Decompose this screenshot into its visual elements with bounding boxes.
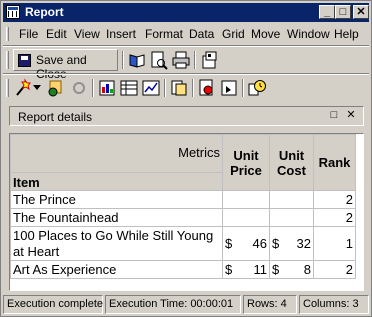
rank-cell[interactable]: 2 <box>313 260 356 279</box>
close-button[interactable]: ✕ <box>353 5 369 19</box>
rank-cell[interactable]: 2 <box>313 190 356 209</box>
toolbar-secondary <box>3 75 369 101</box>
cost-cell[interactable]: $32 <box>269 226 314 261</box>
design-wand-icon[interactable] <box>13 78 33 98</box>
graph-view-icon[interactable] <box>141 78 161 98</box>
menu-edit[interactable]: Edit <box>46 27 67 41</box>
floppy-disk-icon <box>18 54 31 67</box>
view-sql-icon[interactable] <box>197 78 217 98</box>
table-row[interactable]: 100 Places to Go While Still Young at He… <box>10 226 356 261</box>
cost-cell[interactable] <box>269 190 314 209</box>
price-cell[interactable] <box>222 190 270 209</box>
report-window: Report _ □ ✕ File Edit View Insert Forma… <box>0 0 372 317</box>
price-cell[interactable]: $11 <box>222 260 270 279</box>
cost-cell[interactable] <box>269 208 314 227</box>
cost-value: 8 <box>303 262 311 277</box>
menu-grid[interactable]: Grid <box>222 27 245 41</box>
menu-bar: File Edit View Insert Format Data Grid M… <box>3 24 369 44</box>
unit-cost-line2: Cost <box>277 162 306 178</box>
panel-close-button[interactable]: ✕ <box>345 110 357 122</box>
currency-symbol: $ <box>225 262 233 277</box>
report-table: Metrics Unit Price Unit Cost Rank Item T… <box>10 134 356 279</box>
status-execution-time: Execution Time: 00:00:01 <box>105 295 241 314</box>
price-cell[interactable] <box>222 208 270 227</box>
metrics-header[interactable]: Metrics <box>10 134 223 173</box>
page-setup-icon[interactable] <box>199 50 219 70</box>
toolbar-grip[interactable] <box>6 79 9 97</box>
grid-header-row: Metrics Unit Price Unit Cost Rank <box>10 134 356 191</box>
cost-cell[interactable]: $8 <box>269 260 314 279</box>
printer-icon[interactable] <box>171 50 191 70</box>
status-column-count: Columns: 3 <box>299 295 369 314</box>
minimize-button[interactable]: _ <box>319 5 335 19</box>
maximize-button[interactable]: □ <box>335 5 351 19</box>
rank-label: Rank <box>318 155 351 170</box>
currency-symbol: $ <box>225 236 233 251</box>
schedule-clock-icon[interactable] <box>247 78 267 98</box>
status-row-count: Rows: 4 <box>243 295 297 314</box>
menu-file[interactable]: File <box>19 27 38 41</box>
unit-price-line1: Unit <box>233 147 259 163</box>
item-cell[interactable]: The Prince <box>10 190 223 209</box>
status-execution-state: Execution complete <box>3 295 103 314</box>
table-row[interactable]: Art As Experience $11 $8 2 <box>10 260 356 279</box>
toolbar-primary: Save and Close <box>3 47 369 81</box>
unit-cost-header[interactable]: Unit Cost <box>269 134 314 191</box>
report-grid-icon <box>6 5 20 19</box>
print-preview-icon[interactable] <box>149 50 169 70</box>
toolbar-separator <box>192 79 194 97</box>
rank-header[interactable]: Rank <box>313 134 356 191</box>
rank-cell[interactable]: 2 <box>313 208 356 227</box>
menu-help[interactable]: Help <box>334 27 359 41</box>
refresh-disabled-icon[interactable] <box>69 78 89 98</box>
dropdown-arrow-icon[interactable] <box>33 85 41 91</box>
item-header[interactable]: Item <box>10 172 223 191</box>
report-details-header: Report details □ ✕ <box>9 106 364 126</box>
toolbar-separator <box>194 51 196 69</box>
grid-chart-icon[interactable] <box>97 78 117 98</box>
toolbar-separator <box>164 79 166 97</box>
menu-view[interactable]: View <box>74 27 100 41</box>
table-row[interactable]: The Prince 2 <box>10 190 356 209</box>
menu-move[interactable]: Move <box>251 27 280 41</box>
metrics-label: Metrics <box>178 145 220 160</box>
price-value: 46 <box>252 236 267 251</box>
rank-cell[interactable]: 1 <box>313 226 356 261</box>
window-title: Report <box>25 5 64 19</box>
drill-icon[interactable] <box>219 78 239 98</box>
toolbar-separator <box>242 79 244 97</box>
cursor-target-icon[interactable] <box>45 78 65 98</box>
grid-view-icon[interactable] <box>119 78 139 98</box>
toolbar-separator <box>122 51 124 69</box>
title-bar[interactable]: Report _ □ ✕ <box>3 3 369 22</box>
menu-insert[interactable]: Insert <box>106 27 136 41</box>
currency-symbol: $ <box>272 262 280 277</box>
table-row[interactable]: The Fountainhead 2 <box>10 208 356 227</box>
unit-cost-line1: Unit <box>278 147 305 163</box>
menu-data[interactable]: Data <box>189 27 214 41</box>
item-cell[interactable]: The Fountainhead <box>10 208 223 227</box>
price-value: 11 <box>253 262 268 277</box>
open-book-icon[interactable] <box>127 50 147 70</box>
status-bar: Execution complete Execution Time: 00:00… <box>3 295 369 314</box>
item-cell[interactable]: 100 Places to Go While Still Young at He… <box>10 226 223 261</box>
item-cell[interactable]: Art As Experience <box>10 260 223 279</box>
currency-symbol: $ <box>272 236 280 251</box>
menu-grip[interactable] <box>6 27 9 41</box>
report-grid[interactable]: Metrics Unit Price Unit Cost Rank Item T… <box>9 133 364 291</box>
page-by-icon[interactable] <box>169 78 189 98</box>
save-and-close-button[interactable]: Save and Close <box>13 49 118 81</box>
menu-format[interactable]: Format <box>145 27 183 41</box>
report-details-label: Report details <box>18 110 93 124</box>
toolbar-grip[interactable] <box>6 51 9 69</box>
unit-price-line2: Price <box>230 162 262 178</box>
menu-window[interactable]: Window <box>287 27 330 41</box>
unit-price-header[interactable]: Unit Price <box>222 134 270 191</box>
toolbar-separator <box>92 79 94 97</box>
cost-value: 32 <box>296 236 311 251</box>
panel-restore-button[interactable]: □ <box>328 110 340 122</box>
price-cell[interactable]: $46 <box>222 226 270 261</box>
